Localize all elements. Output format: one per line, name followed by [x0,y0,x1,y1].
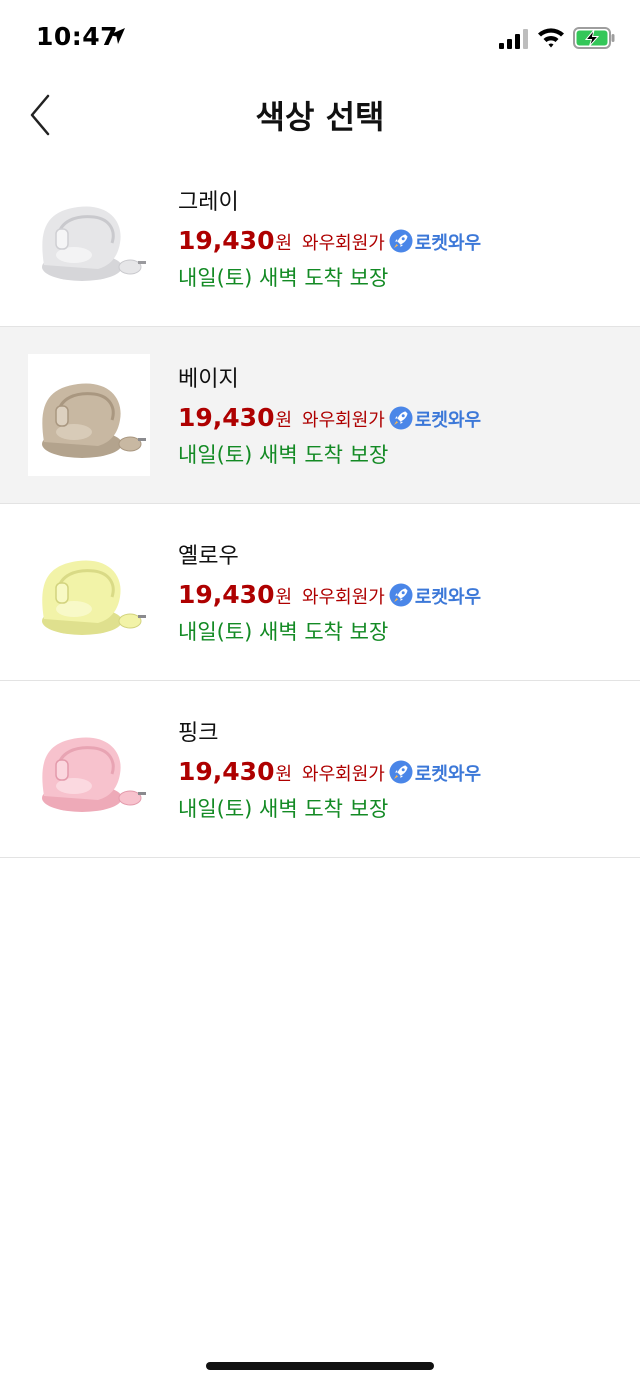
product-thumbnail [28,354,150,476]
price-line: 19,430원 와우회원가 로켓와우 [178,403,481,437]
rocket-wow-label: 로켓와우 [414,587,482,608]
member-price-label: 와우회원가 [302,410,385,431]
product-thumbnail [28,531,150,653]
price-line: 19,430원 와우회원가 로켓와우 [178,580,481,614]
battery-charging-icon [573,27,615,49]
price-line: 19,430원 와우회원가 로켓와우 [178,226,481,260]
option-name: 옐로우 [178,544,239,569]
price-unit: 원 [275,764,293,785]
price: 19,430 [178,757,275,786]
rocket-wow-label: 로켓와우 [414,764,482,785]
rocket-wow-label: 로켓와우 [414,410,482,431]
rocket-icon [389,760,413,784]
rocket-wow-label: 로켓와우 [414,233,482,254]
product-thumbnail [28,177,150,299]
option-name: 핑크 [178,721,219,746]
status-bar: 10:47 [0,0,640,80]
rocket-icon [389,583,413,607]
status-time: 10:47 [36,22,119,51]
location-arrow-icon [108,27,126,45]
rocket-icon [389,229,413,253]
delivery-guarantee: 내일(토) 새벽 도착 보장 [178,266,389,290]
price: 19,430 [178,403,275,432]
option-name: 그레이 [178,190,239,215]
color-option-yellow[interactable]: 옐로우 19,430원 와우회원가 로켓와우 내일(토) 새벽 도착 보장 [0,504,640,681]
color-option-list: 그레이 19,430원 와우회원가 로켓와우 내일(토) 새벽 도착 보장 베이… [0,150,640,858]
delivery-guarantee: 내일(토) 새벽 도착 보장 [178,443,389,467]
price: 19,430 [178,580,275,609]
member-price-label: 와우회원가 [302,764,385,785]
header: 색상 선택 [0,80,640,150]
wifi-icon [537,26,565,48]
price-unit: 원 [275,410,293,431]
product-thumbnail [28,708,150,830]
price-line: 19,430원 와우회원가 로켓와우 [178,757,481,791]
color-option-beige[interactable]: 베이지 19,430원 와우회원가 로켓와우 내일(토) 새벽 도착 보장 [0,327,640,504]
color-option-gray[interactable]: 그레이 19,430원 와우회원가 로켓와우 내일(토) 새벽 도착 보장 [0,150,640,327]
option-name: 베이지 [178,367,239,392]
rocket-icon [389,406,413,430]
price-unit: 원 [275,587,293,608]
delivery-guarantee: 내일(토) 새벽 도착 보장 [178,620,389,644]
color-option-pink[interactable]: 핑크 19,430원 와우회원가 로켓와우 내일(토) 새벽 도착 보장 [0,681,640,858]
delivery-guarantee: 내일(토) 새벽 도착 보장 [178,797,389,821]
home-indicator[interactable] [206,1362,434,1370]
price: 19,430 [178,226,275,255]
page-title: 색상 선택 [255,98,385,136]
member-price-label: 와우회원가 [302,587,385,608]
cellular-signal-icon [499,29,531,49]
price-unit: 원 [275,233,293,254]
member-price-label: 와우회원가 [302,233,385,254]
